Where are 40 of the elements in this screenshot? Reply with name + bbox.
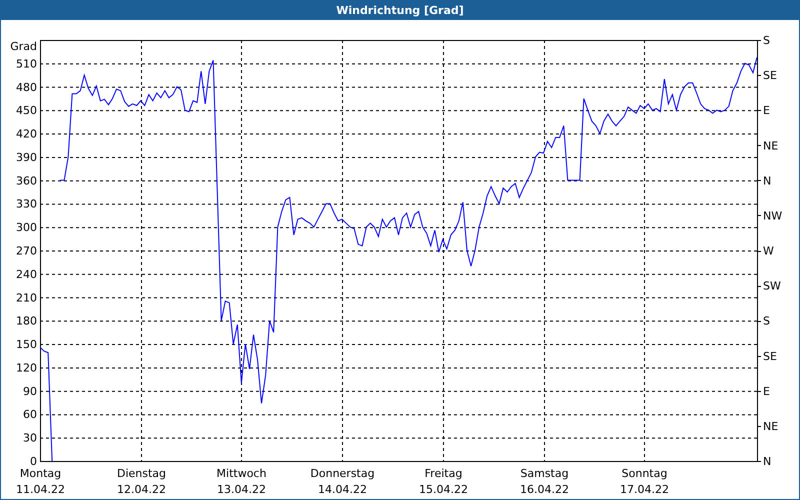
y-axis-label: 450 <box>16 104 37 118</box>
y-axis-label: 270 <box>16 244 37 258</box>
y-axis-label: 300 <box>16 221 37 234</box>
x-axis-label: Montag 11.04.22 <box>16 467 65 496</box>
y-axis-label: 90 <box>23 384 37 398</box>
compass-label: W <box>763 244 774 258</box>
x-axis-label: Donnerstag 14.04.22 <box>310 467 375 496</box>
compass-label: SE <box>763 350 777 363</box>
compass-label: SE <box>763 69 777 82</box>
y-axis-label: 180 <box>16 314 37 328</box>
x-axis-label: Dienstag 12.04.22 <box>116 467 166 496</box>
y-axis-label: 0 <box>30 455 37 468</box>
y-axis-label: 390 <box>16 150 37 164</box>
compass-label: NE <box>763 420 778 433</box>
window-title: Windrichtung [Grad] <box>336 4 464 16</box>
y-axis-title: Grad <box>10 40 37 53</box>
x-axis-label: Freitag 15.04.22 <box>419 467 468 496</box>
y-axis-label: 30 <box>23 432 37 445</box>
y-axis-label: 480 <box>16 80 37 94</box>
y-axis-label: 210 <box>16 291 37 304</box>
compass-label: NE <box>763 139 778 152</box>
y-axis-label: 330 <box>16 198 37 211</box>
compass-label: E <box>763 384 770 398</box>
y-axis-label: 120 <box>16 361 37 374</box>
x-axis-label: Samstag 16.04.22 <box>520 467 569 496</box>
compass-label: NW <box>763 209 782 222</box>
compass-label: S <box>763 34 770 47</box>
compass-label: S <box>763 314 770 328</box>
x-axis-label: Sonntag 17.04.22 <box>620 467 669 496</box>
y-axis-label: 240 <box>16 268 37 281</box>
compass-label: SW <box>763 280 781 293</box>
compass-label: E <box>763 104 770 118</box>
y-axis-label: 60 <box>23 408 37 422</box>
y-axis-label: 420 <box>16 128 37 141</box>
compass-label: N <box>763 174 772 188</box>
y-axis-label: 150 <box>16 338 37 352</box>
y-axis-label: 510 <box>16 57 37 70</box>
y-axis-label: 360 <box>16 174 37 188</box>
x-axis-label: Mittwoch 13.04.22 <box>216 467 266 496</box>
compass-label: N <box>763 455 772 468</box>
